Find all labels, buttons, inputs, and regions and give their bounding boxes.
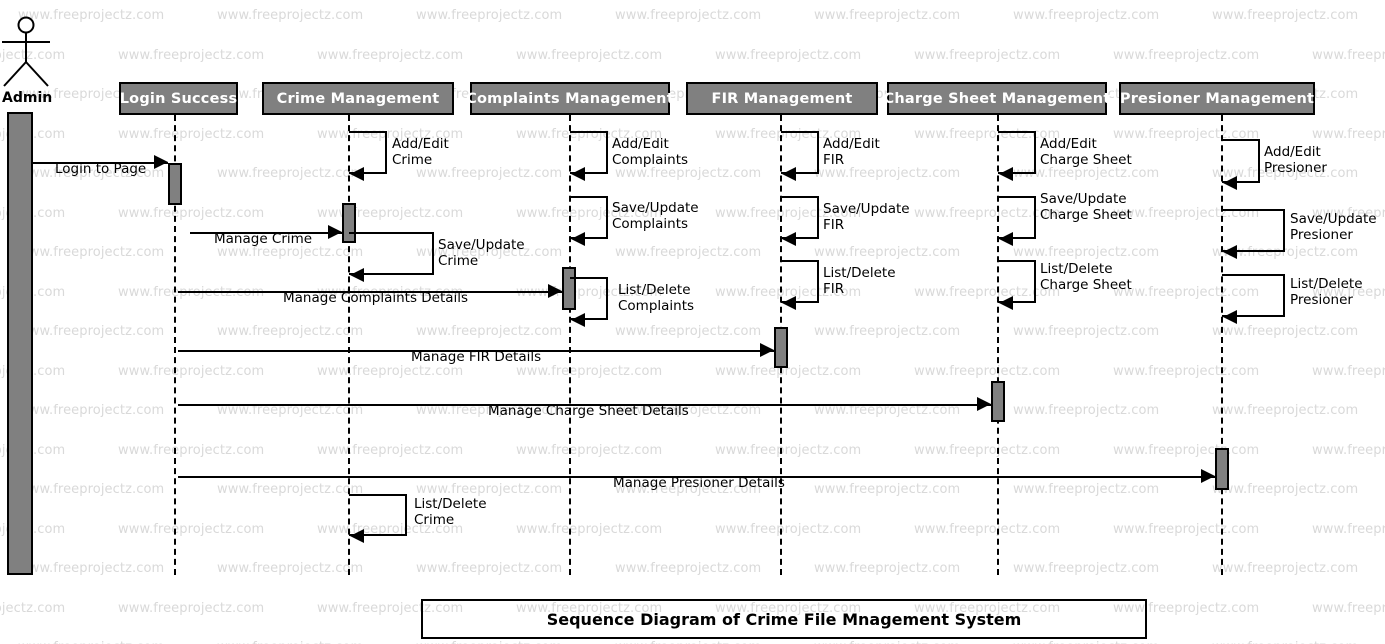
self-message-arrowhead-addedit-fir — [782, 167, 796, 181]
message-label-manage-crime: Manage Crime — [214, 231, 313, 247]
stick-figure-actor-icon — [2, 16, 50, 87]
message-arrowhead-manage-chargesheet — [977, 397, 991, 411]
self-message-label-saveupdate-chargesheet: Save/Update Charge Sheet — [1040, 191, 1132, 223]
self-message-arrowhead-listdelete-fir — [782, 296, 796, 310]
self-message-arrowhead-saveupdate-complaints — [571, 232, 585, 246]
lifeline-complaints — [569, 115, 571, 575]
lifeline-header-presioner[interactable]: Presioner Management — [1119, 82, 1315, 115]
lifeline-header-complaints[interactable]: Complaints Management — [466, 82, 674, 115]
self-message-label-addedit-crime: Add/Edit Crime — [392, 136, 449, 168]
activation-presioner — [1215, 448, 1229, 490]
message-label-manage-fir: Manage FIR Details — [411, 349, 542, 365]
diagram-layer: Admin Login Success Crime Management Com… — [0, 0, 1385, 644]
self-message-label-saveupdate-presioner: Save/Update Presioner — [1290, 211, 1377, 243]
self-message-arrowhead-listdelete-crime — [350, 529, 364, 543]
diagram-title-box: Sequence Diagram of Crime File Mnagement… — [421, 599, 1147, 639]
message-arrowhead-manage-complaints — [548, 284, 562, 298]
self-message-label-saveupdate-fir: Save/Update FIR — [823, 201, 910, 233]
self-message-arrowhead-saveupdate-crime — [350, 268, 364, 282]
message-label-manage-complaints: Manage Complaints Details — [283, 290, 469, 306]
lifeline-header-fir[interactable]: FIR Management — [686, 82, 878, 115]
activation-chargesheet — [991, 381, 1005, 422]
self-message-label-addedit-complaints: Add/Edit Complaints — [612, 136, 689, 168]
message-arrowhead-manage-presioner — [1201, 469, 1215, 483]
self-message-arrowhead-listdelete-presioner — [1223, 310, 1237, 324]
lifeline-header-login[interactable]: Login Success — [119, 82, 238, 115]
self-message-arrowhead-saveupdate-chargesheet — [999, 232, 1013, 246]
self-message-arrowhead-saveupdate-presioner — [1223, 245, 1237, 259]
self-message-label-addedit-fir: Add/Edit FIR — [823, 136, 880, 168]
activation-admin — [7, 112, 33, 575]
self-message-arrowhead-saveupdate-fir — [782, 232, 796, 246]
message-arrowhead-login-to-page — [154, 155, 168, 169]
self-message-label-saveupdate-complaints: Save/Update Complaints — [612, 200, 699, 232]
self-message-arrowhead-addedit-crime — [350, 167, 364, 181]
message-arrowhead-manage-crime — [328, 225, 342, 239]
message-arrowhead-manage-fir — [760, 343, 774, 357]
sequence-diagram-canvas: www.freeprojectz.com www.freeprojectz.com… — [0, 0, 1385, 644]
lifeline-header-chargesheet[interactable]: Charge Sheet Management — [884, 82, 1110, 115]
self-message-label-saveupdate-crime: Save/Update Crime — [438, 237, 525, 269]
self-message-arrowhead-addedit-complaints — [571, 167, 585, 181]
actor-label-admin: Admin — [2, 90, 53, 106]
self-message-label-listdelete-complaints: List/Delete Complaints — [618, 282, 695, 314]
self-message-arrowhead-listdelete-complaints — [571, 313, 585, 327]
self-message-label-listdelete-chargesheet: List/Delete Charge Sheet — [1040, 261, 1132, 293]
message-label-login-to-page: Login to Page — [55, 161, 147, 177]
self-message-arrowhead-addedit-presioner — [1223, 176, 1237, 190]
message-label-manage-presioner: Manage Presioner Details — [613, 475, 785, 491]
self-message-label-addedit-presioner: Add/Edit Presioner — [1264, 144, 1327, 176]
activation-fir — [774, 327, 788, 368]
message-label-manage-chargesheet: Manage Charge Sheet Details — [488, 403, 689, 419]
self-message-label-addedit-chargesheet: Add/Edit Charge Sheet — [1040, 136, 1132, 168]
self-message-label-listdelete-fir: List/Delete FIR — [823, 265, 896, 297]
activation-login — [168, 163, 182, 205]
self-message-label-listdelete-crime: List/Delete Crime — [414, 496, 487, 528]
lifeline-chargesheet — [997, 115, 999, 575]
self-message-arrowhead-listdelete-chargesheet — [999, 296, 1013, 310]
self-message-label-listdelete-presioner: List/Delete Presioner — [1290, 276, 1363, 308]
lifeline-header-crime[interactable]: Crime Management — [262, 82, 454, 115]
self-message-arrowhead-addedit-chargesheet — [999, 167, 1013, 181]
